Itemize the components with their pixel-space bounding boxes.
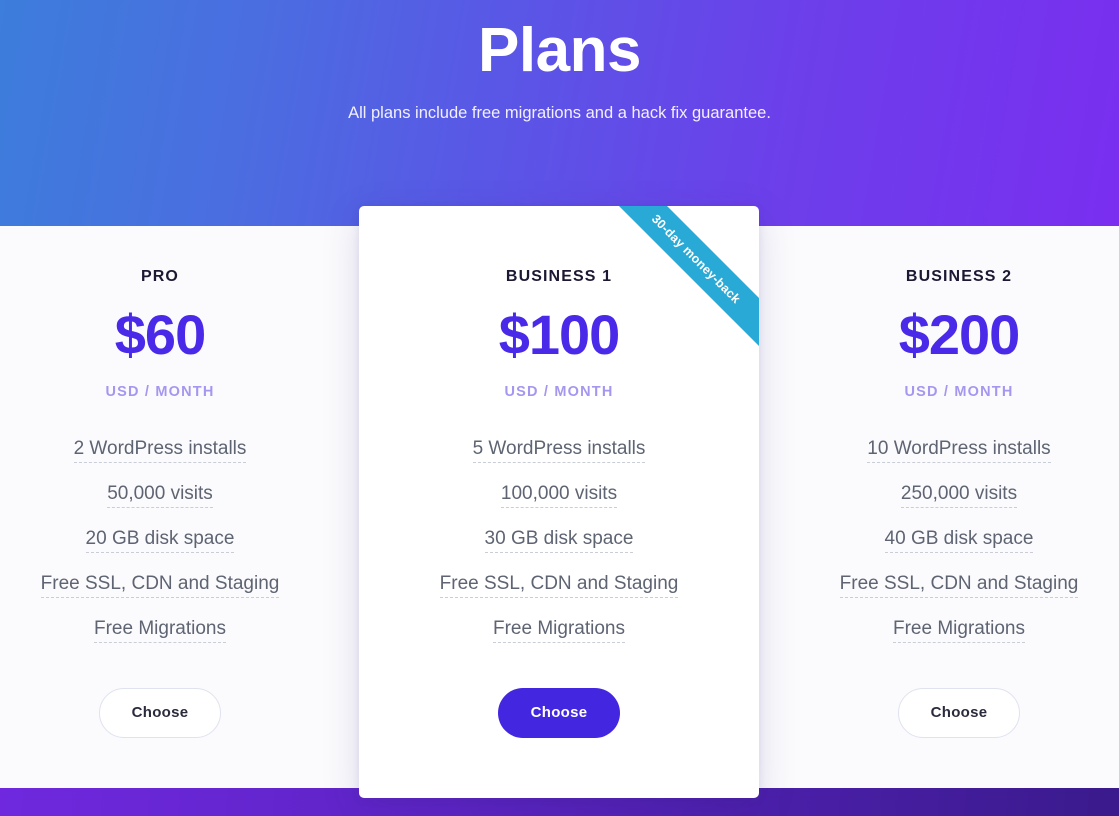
plan-cta-wrap: Choose xyxy=(779,688,1119,738)
list-item: Free SSL, CDN and Staging xyxy=(0,561,340,606)
list-item: 2 WordPress installs xyxy=(0,426,340,471)
plan-price: $200 xyxy=(898,303,1021,366)
plan-feature-list: 10 WordPress installs 250,000 visits 40 … xyxy=(779,426,1119,651)
plan-cta-wrap: Choose xyxy=(359,688,759,738)
list-item: 5 WordPress installs xyxy=(359,426,759,471)
hero-banner: Plans All plans include free migrations … xyxy=(0,0,1119,226)
list-item: Free Migrations xyxy=(359,606,759,651)
plan-name: PRO xyxy=(141,268,179,285)
plan-price: $60 xyxy=(114,303,206,366)
list-item: 250,000 visits xyxy=(779,471,1119,516)
list-item: Free SSL, CDN and Staging xyxy=(779,561,1119,606)
choose-button-business-1[interactable]: Choose xyxy=(498,688,620,738)
list-item: Free Migrations xyxy=(0,606,340,651)
plan-period: USD / MONTH xyxy=(904,384,1014,400)
plan-feature-list: 2 WordPress installs 50,000 visits 20 GB… xyxy=(0,426,340,651)
list-item: Free SSL, CDN and Staging xyxy=(359,561,759,606)
list-item: Free Migrations xyxy=(779,606,1119,651)
plan-period: USD / MONTH xyxy=(105,384,215,400)
plan-period: USD / MONTH xyxy=(504,384,614,400)
choose-button-pro[interactable]: Choose xyxy=(99,688,221,738)
page-subtitle: All plans include free migrations and a … xyxy=(348,104,771,122)
page-title: Plans xyxy=(478,16,641,85)
pricing-page: Plans All plans include free migrations … xyxy=(0,0,1119,816)
list-item: 30 GB disk space xyxy=(359,516,759,561)
list-item: 20 GB disk space xyxy=(0,516,340,561)
choose-button-business-2[interactable]: Choose xyxy=(898,688,1020,738)
plan-card-business-2[interactable]: BUSINESS 2 $200 USD / MONTH 10 WordPress… xyxy=(779,226,1119,788)
list-item: 40 GB disk space xyxy=(779,516,1119,561)
list-item: 10 WordPress installs xyxy=(779,426,1119,471)
plan-card-business-1[interactable]: 30-day money-back BUSINESS 1 $100 USD / … xyxy=(359,206,759,798)
plan-cta-wrap: Choose xyxy=(0,688,340,738)
plan-card-pro[interactable]: PRO $60 USD / MONTH 2 WordPress installs… xyxy=(0,226,340,788)
plan-feature-list: 5 WordPress installs 100,000 visits 30 G… xyxy=(359,426,759,651)
plan-name: BUSINESS 2 xyxy=(905,268,1013,285)
plan-price: $100 xyxy=(498,303,621,366)
list-item: 100,000 visits xyxy=(359,471,759,516)
list-item: 50,000 visits xyxy=(0,471,340,516)
